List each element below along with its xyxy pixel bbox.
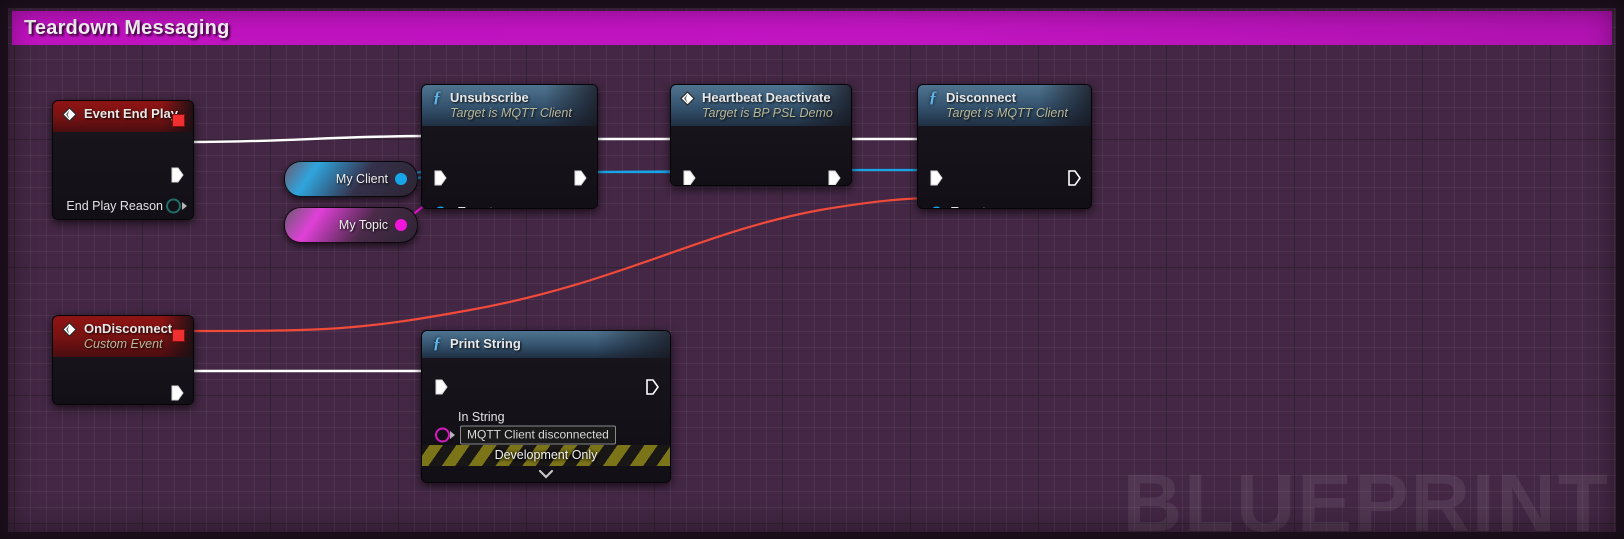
node-body: End Play Reason [53,132,193,219]
pin-arrow [450,430,455,439]
exec-out-pin[interactable] [1068,169,1081,186]
node-body [53,357,193,404]
variable-label-my-topic: My Topic [338,218,388,232]
node-title: OnDisconnect [84,321,173,336]
pin-label-in-string: In String [458,409,505,424]
pin-arrow [182,201,187,210]
pin-label-end-play-reason: End Play Reason [66,198,163,213]
node-title: Print String [450,336,521,351]
pin-label-target: Target [951,205,986,209]
node-body: Target On Disconnect [918,126,1091,208]
chevron-down-icon [538,469,554,479]
node-subtitle: Custom Event [84,337,163,351]
node-header: ƒ Disconnect Target is MQTT Client [918,85,1091,126]
delegate-pin-on-disconnect-event[interactable] [172,329,185,342]
event-diamond-icon [62,322,77,337]
data-pin-end-play-reason[interactable] [166,198,181,213]
node-header: Heartbeat Deactivate Target is BP PSL De… [671,85,851,126]
function-icon: ƒ [929,89,937,106]
page-title: Teardown Messaging [24,16,230,39]
node-body: Target self [671,126,851,185]
exec-in-pin[interactable] [930,170,943,186]
node-header: ƒ Unsubscribe Target is MQTT Client [422,85,597,126]
exec-out-pin[interactable] [646,379,659,395]
node-title: Disconnect [946,90,1017,105]
data-pin-target[interactable] [931,206,942,208]
exec-out-pin[interactable] [574,170,587,186]
data-pin-target[interactable] [435,206,446,208]
exec-in-pin[interactable] [683,170,696,186]
node-title: Heartbeat Deactivate [702,90,831,105]
data-pin-in-string[interactable] [435,427,450,443]
node-expander-button[interactable] [422,465,670,482]
node-event-end-play[interactable]: Event End Play End Play Reason [52,100,194,220]
delegate-pin-event-end-play[interactable] [172,114,185,127]
node-on-disconnect-custom-event[interactable]: OnDisconnect Custom Event [52,315,194,405]
exec-out-pin[interactable] [171,385,184,401]
node-disconnect[interactable]: ƒ Disconnect Target is MQTT Client Targe… [917,84,1092,209]
node-heartbeat-deactivate[interactable]: Heartbeat Deactivate Target is BP PSL De… [670,84,852,186]
node-header: ƒ Print String [422,331,670,358]
blueprint-watermark: BLUEPRINT [1122,458,1610,539]
function-icon: ƒ [433,89,441,106]
node-subtitle: Target is BP PSL Demo [702,106,833,120]
node-body: Target Topic [422,126,597,208]
exec-in-pin[interactable] [434,170,447,186]
variable-label-my-client: My Client [335,172,388,186]
graph-title-bar: Teardown Messaging [12,11,1612,45]
pin-row-exec [671,164,851,186]
pin-row-exec-out [53,161,193,188]
node-subtitle: Target is MQTT Client [946,106,1068,120]
pin-row-exec [918,164,1091,191]
node-print-string[interactable]: ƒ Print String In String MQTT Client dis… [421,330,671,483]
node-header: OnDisconnect Custom Event [53,316,193,357]
pin-label-target: Target [458,205,493,209]
pin-row-exec [422,374,670,401]
in-string-value-field[interactable]: MQTT Client disconnected [460,425,616,445]
pin-row-target: Target [422,198,597,209]
exec-out-pin[interactable] [828,170,841,186]
development-only-label: Development Only [494,448,598,463]
node-body: In String MQTT Client disconnected [422,357,670,445]
node-title: Event End Play [84,106,178,121]
node-get-my-topic[interactable]: My Topic [284,207,418,243]
pin-row-exec [422,164,597,191]
pin-row-exec-out [53,379,193,404]
event-diamond-icon [680,91,695,106]
data-pin-my-client-out[interactable] [395,173,407,185]
node-get-my-client[interactable]: My Client [284,161,418,197]
development-only-bar: Development Only [422,444,670,466]
node-header: Event End Play [53,101,193,132]
pin-arrow [449,207,454,208]
blueprint-graph-canvas[interactable]: BLUEPRINT Teardown Messaging Event End P… [0,0,1624,539]
data-pin-my-topic-out[interactable] [395,219,407,231]
node-title: Unsubscribe [450,90,529,105]
node-subtitle: Target is MQTT Client [450,106,572,120]
pin-row-target: Target [918,198,1091,209]
exec-in-pin[interactable] [435,379,448,395]
function-icon: ƒ [433,335,441,352]
node-unsubscribe[interactable]: ƒ Unsubscribe Target is MQTT Client Targ… [421,84,598,209]
pin-row-end-play-reason: End Play Reason [53,192,193,219]
event-diamond-icon [62,107,77,122]
exec-out-pin[interactable] [171,167,184,183]
